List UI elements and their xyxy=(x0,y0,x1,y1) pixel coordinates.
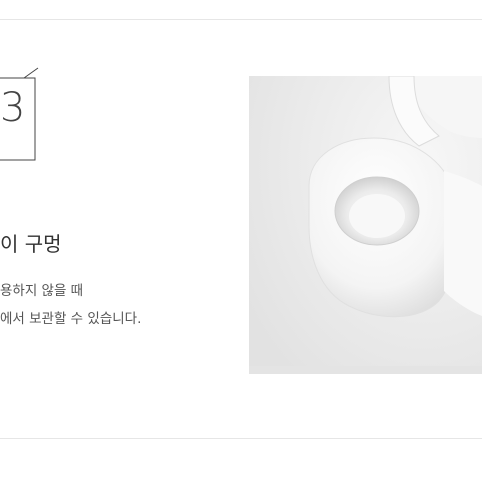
bottom-divider xyxy=(0,438,482,439)
product-photo xyxy=(249,76,482,374)
feature-headline: 이 구멍 xyxy=(0,232,62,256)
top-divider xyxy=(0,19,482,20)
feature-description-line-1: 용하지 않을 때 xyxy=(0,283,84,299)
feature-description-line-2: 에서 보관할 수 있습니다. xyxy=(0,311,142,327)
step-number: 3 xyxy=(0,85,25,131)
ring-hole-illustration xyxy=(249,76,482,374)
product-detail-page: 3 이 구멍 용하지 않을 때 에서 보관할 수 있습니다. xyxy=(0,0,482,482)
